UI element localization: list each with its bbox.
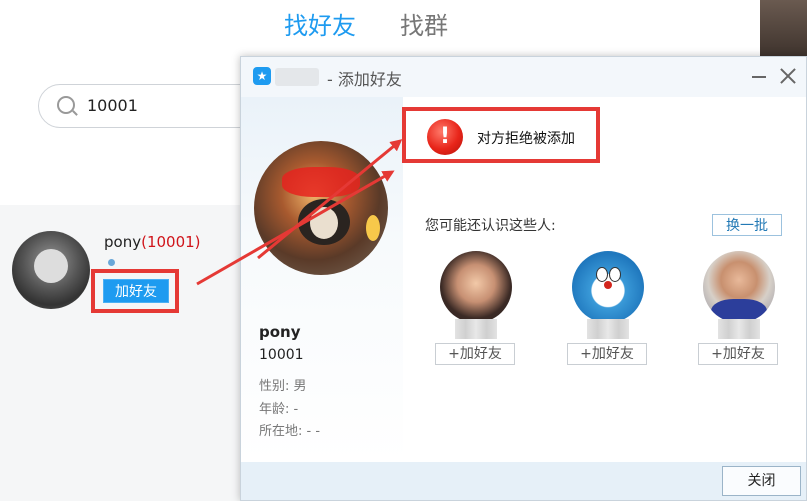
suggestion-add-button[interactable]: +加好友 bbox=[435, 343, 515, 365]
blurred-username bbox=[275, 68, 319, 86]
blurred-suggestion-name bbox=[455, 319, 497, 339]
search-input[interactable]: 10001 bbox=[38, 84, 270, 128]
suggestion-avatar[interactable] bbox=[440, 251, 512, 323]
profile-pane: pony 10001 性别: 男 年龄: - 所在地: - - bbox=[241, 97, 403, 462]
profile-gender: 性别: 男 bbox=[259, 379, 307, 394]
avatar-flame-shape bbox=[366, 215, 380, 241]
close-button[interactable]: 关闭 bbox=[722, 466, 801, 496]
dialog-titlebar: ★ - 添加好友 bbox=[241, 57, 806, 97]
result-name: pony(10001) bbox=[104, 233, 201, 251]
suggestion-avatar[interactable] bbox=[572, 251, 644, 323]
tab-find-friend[interactable]: 找好友 bbox=[284, 6, 356, 41]
profile-age: 年龄: - bbox=[259, 402, 299, 417]
suggestion-avatar[interactable] bbox=[703, 251, 775, 323]
profile-avatar bbox=[254, 141, 388, 275]
suggestion-add-button[interactable]: +加好友 bbox=[567, 343, 647, 365]
warning-message: 对方拒绝被添加 bbox=[477, 131, 575, 147]
add-friend-button[interactable]: 加好友 bbox=[103, 279, 169, 303]
suggestions-title: 您可能还认识这些人: bbox=[425, 218, 556, 234]
exclamation-icon: ! bbox=[427, 119, 463, 155]
avatar-face-shape bbox=[34, 249, 68, 283]
profile-name: pony bbox=[259, 323, 301, 341]
close-icon[interactable] bbox=[778, 66, 798, 86]
avatar-eye-shape bbox=[609, 267, 621, 282]
avatar-belly-shape bbox=[310, 207, 338, 239]
profile-qq: 10001 bbox=[259, 347, 304, 363]
search-icon bbox=[57, 96, 75, 114]
avatar-scarf-shape bbox=[282, 167, 360, 197]
add-friend-dialog: ★ - 添加好友 pony 10001 性别: 男 年龄: - 所在地: - -… bbox=[240, 56, 807, 501]
result-qq-number: (10001) bbox=[141, 233, 201, 251]
result-nickname: pony bbox=[104, 233, 142, 251]
blurred-suggestion-name bbox=[718, 319, 760, 339]
refresh-suggestions-button[interactable]: 换一批 bbox=[712, 214, 782, 236]
result-avatar[interactable] bbox=[12, 231, 90, 309]
online-status-icon bbox=[108, 259, 115, 266]
dialog-title: - 添加好友 bbox=[327, 70, 402, 89]
suggestion-add-button[interactable]: +加好友 bbox=[698, 343, 778, 365]
profile-location: 所在地: - - bbox=[259, 424, 321, 439]
tab-find-group[interactable]: 找群 bbox=[400, 6, 448, 41]
avatar-nose-shape bbox=[604, 281, 612, 289]
search-input-value: 10001 bbox=[87, 96, 138, 115]
app-logo-icon: ★ bbox=[253, 67, 271, 85]
background-window-edge bbox=[760, 0, 807, 58]
minimize-button[interactable] bbox=[752, 76, 766, 78]
avatar-eye-shape bbox=[596, 267, 608, 282]
blurred-suggestion-name bbox=[587, 319, 629, 339]
